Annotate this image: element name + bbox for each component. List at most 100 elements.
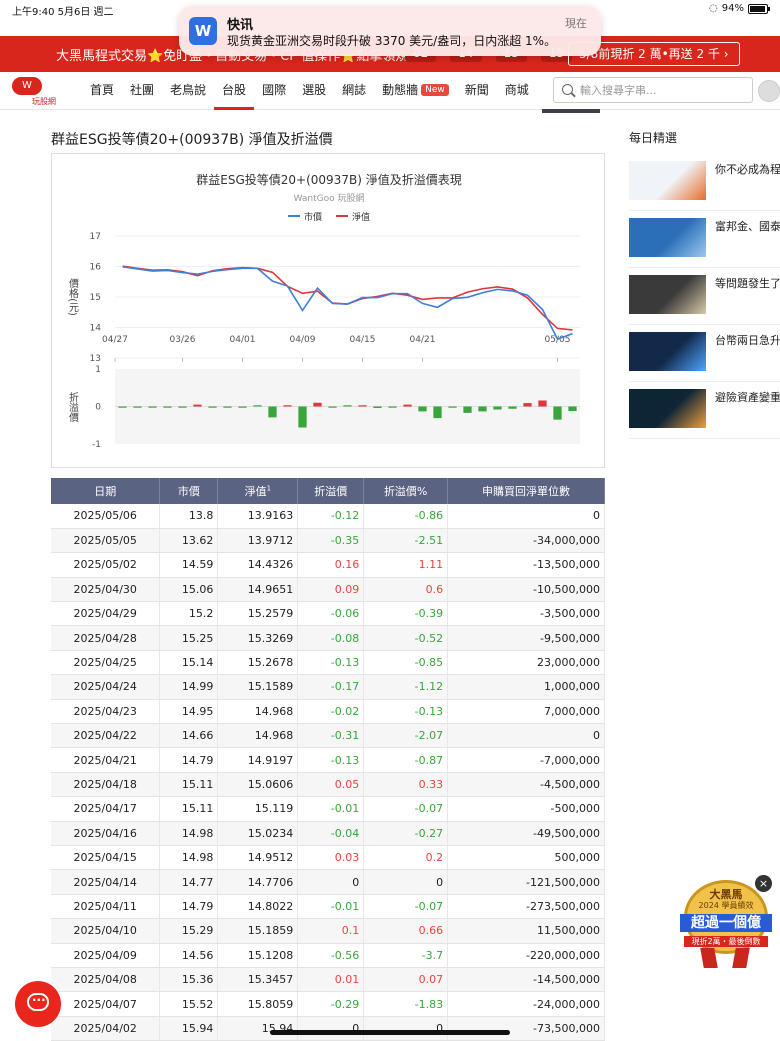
notification-title: 快讯: [227, 18, 254, 33]
cell-units: -4,500,000: [447, 772, 605, 798]
cell-date: 2025/04/23: [51, 699, 161, 725]
cell-premium: -0.12: [297, 504, 365, 529]
cell-date: 2025/04/18: [51, 772, 161, 798]
close-ad-button[interactable]: ×: [755, 875, 772, 892]
cell-nav: 14.4326: [217, 552, 299, 578]
x-tick-label: 03/26: [170, 335, 196, 345]
search-box[interactable]: [553, 77, 753, 103]
nav-item-feed[interactable]: 動態牆 New: [374, 72, 457, 110]
nav-item-shop[interactable]: 商城: [497, 72, 537, 110]
nav-item-tw-stocks[interactable]: 台股: [214, 72, 255, 110]
article-title: 避險資產變重 的結構性風險: [715, 391, 780, 404]
cell-date: 2025/04/30: [51, 577, 161, 603]
premium-bar: [328, 406, 337, 408]
cell-premium-pct: -0.39: [363, 601, 449, 627]
premium-bar: [538, 400, 547, 407]
cell-premium-pct: -1.12: [363, 674, 449, 700]
premium-bar: [118, 406, 127, 408]
user-avatar[interactable]: [758, 80, 780, 102]
table-row: 2025/04/15 14.98 14.9512 0.03 0.2 500,000: [51, 845, 605, 871]
cell-premium: 0.05: [297, 772, 365, 798]
cell-date: 2025/04/21: [51, 747, 161, 773]
cell-nav: 14.7706: [217, 869, 299, 895]
premium-bar: [478, 406, 487, 412]
push-notification[interactable]: W 快讯 現在 现货黄金亚洲交易时段升破 3370 美元/盎司，日内涨超 1%。: [179, 6, 601, 56]
cell-premium: -0.06: [297, 601, 365, 627]
sidebar-article[interactable]: 避險資產變重 的結構性風險: [629, 389, 780, 439]
cell-date: 2025/04/24: [51, 674, 161, 700]
premium-bar: [238, 406, 247, 408]
cell-units: 0: [447, 723, 605, 749]
nav-item-screener[interactable]: 選股: [294, 72, 334, 110]
cell-premium: -0.01: [297, 894, 365, 920]
cell-units: 11,500,000: [447, 918, 605, 944]
nav-item-experts[interactable]: 老鳥說: [162, 72, 214, 110]
cell-units: -9,500,000: [447, 625, 605, 651]
nav-item-news[interactable]: 新聞: [457, 72, 497, 110]
premium-bar: [163, 406, 172, 408]
cell-market-price: 15.06: [159, 577, 219, 603]
chat-button[interactable]: [15, 981, 61, 1027]
cell-market-price: 15.94: [159, 1016, 219, 1041]
table-row: 2025/04/07 15.52 15.8059 -0.29 -1.83 -24,000,…: [51, 991, 605, 1017]
y2-tick-label: 0: [95, 403, 101, 413]
cell-market-price: 13.8: [159, 504, 219, 529]
home-indicator[interactable]: [270, 1030, 510, 1035]
article-thumbnail: [629, 218, 706, 257]
sidebar-article[interactable]: 等問題發生了 十有八九太晚: [629, 275, 780, 325]
table-row: 2025/04/23 14.95 14.968 -0.02 -0.13 7,000,000: [51, 699, 605, 725]
cell-nav: 13.9163: [217, 504, 299, 529]
search-input[interactable]: [580, 81, 745, 99]
sidebar-article[interactable]: 台幣兩日急升 重挫，存股族: [629, 332, 780, 382]
chat-icon: [27, 990, 49, 1011]
cell-date: 2025/04/28: [51, 625, 161, 651]
y2-tick-label: 1: [95, 365, 101, 375]
col-premium: 折溢價: [297, 478, 365, 504]
cell-premium-pct: -0.27: [363, 821, 449, 846]
article-thumbnail: [629, 332, 706, 371]
cell-date: 2025/05/05: [51, 528, 161, 554]
premium-bar: [433, 406, 442, 419]
cell-market-price: 15.25: [159, 625, 219, 651]
cell-date: 2025/04/11: [51, 894, 161, 920]
chart-container: 群益ESG投等債20+(00937B) 淨值及折溢價表現 WantGoo 玩股網市…: [51, 153, 605, 468]
logo-mark: W: [12, 77, 42, 95]
nav-premium-chart: 群益ESG投等債20+(00937B) 淨值及折溢價表現 WantGoo 玩股網市…: [67, 172, 580, 450]
cell-premium-pct: -1.83: [363, 991, 449, 1017]
cell-premium: 0: [297, 869, 365, 895]
cell-date: 2025/04/22: [51, 723, 161, 749]
site-logo[interactable]: W 玩股網: [10, 77, 60, 107]
nav-item-home[interactable]: 首頁: [82, 72, 122, 110]
x-tick-label: 04/27: [102, 335, 128, 345]
cell-premium-pct: 0: [363, 869, 449, 895]
y-tick-label: 13: [90, 354, 101, 364]
cell-market-price: 14.99: [159, 674, 219, 700]
nav-item-groups[interactable]: 社團: [122, 72, 162, 110]
article-thumbnail: [629, 389, 706, 428]
table-row: 2025/05/02 14.59 14.4326 0.16 1.11 -13,500,00…: [51, 552, 605, 578]
premium-bar: [568, 406, 577, 411]
premium-bar: [208, 406, 217, 408]
sidebar-article[interactable]: 富邦金、國泰 補缺口，回測: [629, 218, 780, 268]
sidebar-article[interactable]: 你不必成為程 80%韭菜: [629, 161, 780, 211]
cell-market-price: 15.2: [159, 601, 219, 627]
y-tick-label: 17: [90, 232, 101, 242]
cell-premium: -0.29: [297, 991, 365, 1017]
ad-headline: 超過一個億: [680, 914, 772, 932]
table-row: 2025/04/28 15.25 15.3269 -0.08 -0.52 -9,500,0…: [51, 625, 605, 651]
cell-units: 500,000: [447, 845, 605, 871]
cell-units: 23,000,000: [447, 650, 605, 676]
nav-item-international[interactable]: 國際: [254, 72, 294, 110]
cell-premium-pct: -0.52: [363, 625, 449, 651]
cell-premium-pct: 0.07: [363, 967, 449, 993]
cell-market-price: 15.29: [159, 918, 219, 944]
cell-premium-pct: 0.2: [363, 845, 449, 871]
cell-units: -49,500,000: [447, 821, 605, 846]
table-row: 2025/04/09 14.56 15.1208 -0.56 -3.7 -220,000,…: [51, 943, 605, 968]
cell-premium: 0.01: [297, 967, 365, 993]
floating-ad-badge[interactable]: 大黑馬 2024 學員績效 超過一個億 現折2萬・最後倒數: [680, 878, 772, 970]
cell-nav: 15.1589: [217, 674, 299, 700]
y-tick-label: 16: [90, 263, 102, 273]
cell-date: 2025/04/10: [51, 918, 161, 944]
nav-item-blog[interactable]: 網誌: [334, 72, 374, 110]
